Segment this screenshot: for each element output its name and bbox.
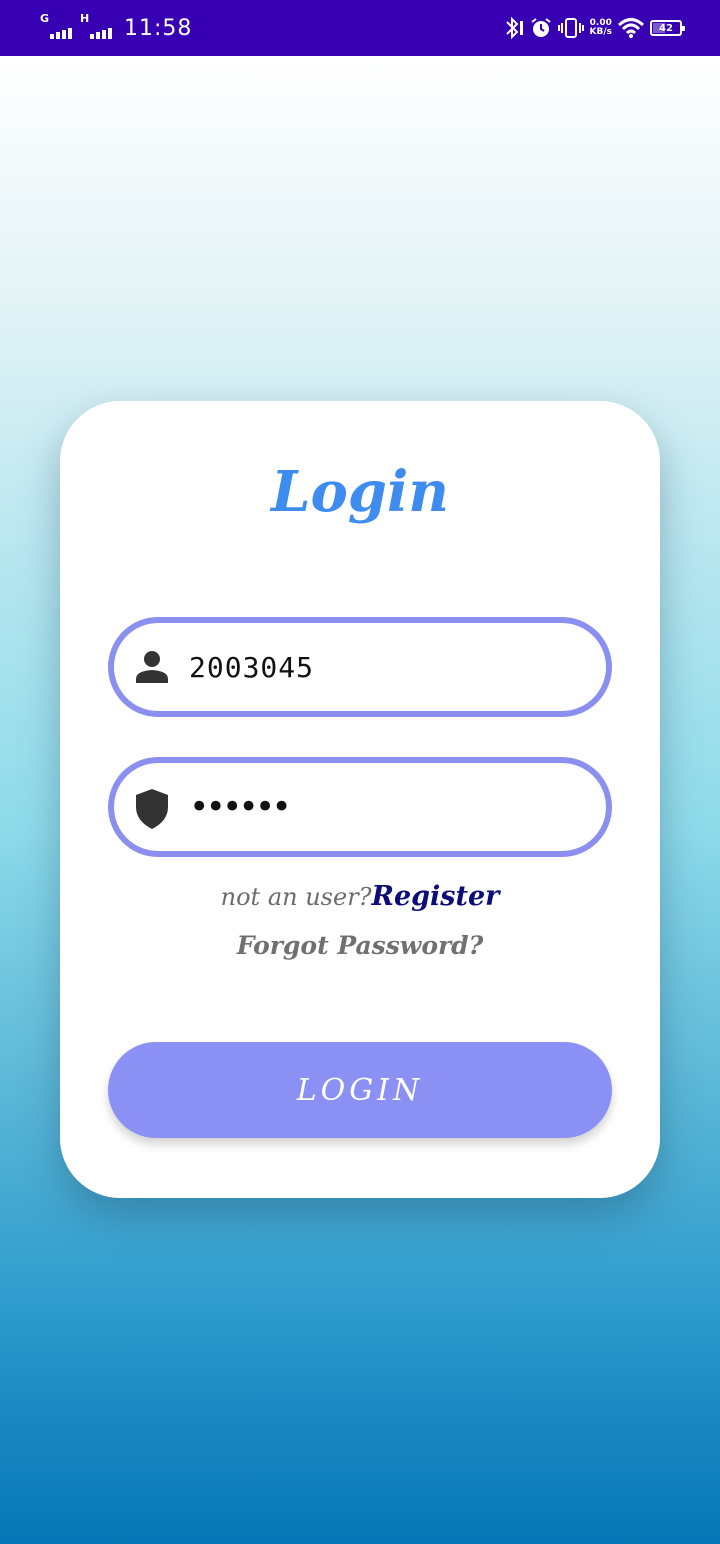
signal-sim2-icon: H	[80, 13, 114, 43]
login-card: Login not an user?Register Forgot Passwo…	[60, 401, 660, 1198]
alarm-icon	[530, 18, 551, 37]
person-icon	[136, 651, 168, 683]
page-title: Login	[271, 459, 449, 525]
clock: 11:58	[124, 15, 193, 41]
network-speed: 0.00 KB/s	[590, 19, 612, 37]
username-field[interactable]	[108, 617, 612, 717]
shield-icon	[136, 789, 168, 829]
sim2-network-type: H	[80, 12, 90, 25]
username-input[interactable]	[189, 643, 569, 691]
register-prompt: not an user?Register	[60, 881, 660, 912]
wifi-icon	[618, 18, 644, 38]
vibrate-icon	[557, 18, 584, 38]
signal-sim1-icon: G	[40, 13, 74, 43]
login-button[interactable]: LOGIN	[108, 1042, 612, 1138]
password-input[interactable]	[189, 783, 569, 831]
not-user-text: not an user?	[220, 883, 372, 911]
network-speed-unit: KB/s	[589, 27, 612, 37]
status-right: 0.00 KB/s 42	[502, 0, 685, 56]
password-field[interactable]	[108, 757, 612, 857]
battery-level: 42	[659, 22, 673, 34]
bluetooth-icon	[505, 16, 523, 40]
sim1-network-type: G	[40, 12, 50, 25]
battery-icon: 42	[650, 20, 685, 36]
forgot-password-link[interactable]: Forgot Password?	[60, 931, 660, 960]
status-bar: G H 11:58 0.00 KB/s 42	[0, 0, 720, 56]
register-link[interactable]: Register	[372, 881, 500, 912]
status-left: G H 11:58	[40, 0, 192, 56]
